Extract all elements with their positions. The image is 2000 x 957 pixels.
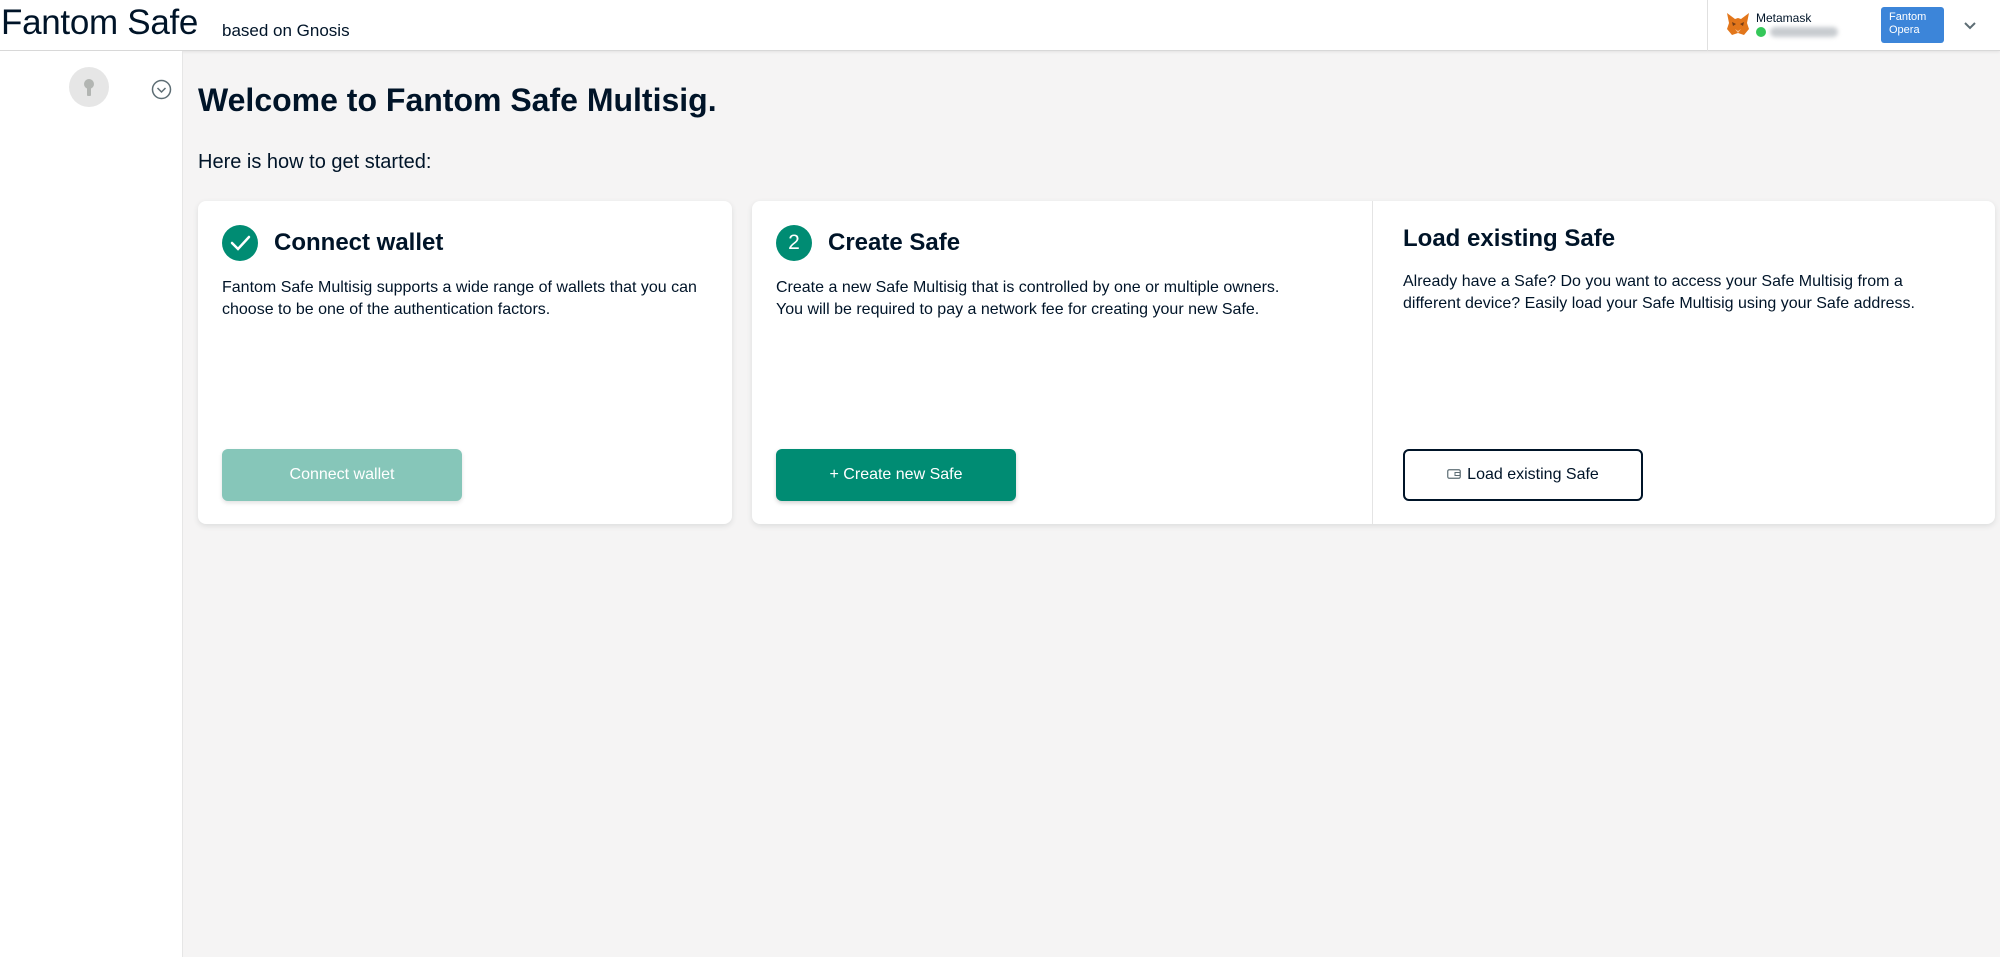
chevron-circle-icon[interactable]	[151, 79, 172, 100]
sidebar	[0, 51, 183, 957]
create-load-card: 2 Create Safe Create a new Safe Multisig…	[752, 201, 1995, 524]
step-complete-badge	[222, 225, 258, 261]
load-safe-description: Already have a Safe? Do you want to acce…	[1403, 271, 1963, 315]
create-safe-title: Create Safe	[828, 229, 961, 256]
safe-avatar	[69, 67, 109, 107]
connect-wallet-button[interactable]: Connect wallet	[222, 449, 462, 501]
create-safe-description-line2: You will be required to pay a network fe…	[776, 301, 1260, 318]
page-title: Welcome to Fantom Safe Multisig.	[198, 82, 717, 118]
wallet-provider-name: Metamask	[1756, 11, 1812, 25]
network-badge[interactable]: Fantom Opera	[1881, 7, 1944, 43]
load-safe-title: Load existing Safe	[1403, 225, 1616, 252]
connect-wallet-card: Connect wallet Fantom Safe Multisig supp…	[198, 201, 732, 524]
create-new-safe-button[interactable]: + Create new Safe	[776, 449, 1016, 501]
wallet-address-blurred	[1770, 27, 1838, 37]
create-safe-description-line1: Create a new Safe Multisig that is contr…	[776, 279, 1280, 296]
check-icon	[230, 235, 251, 251]
step-number-badge: 2	[776, 225, 812, 261]
load-existing-safe-label: Load existing Safe	[1467, 466, 1599, 483]
intro-text: Here is how to get started:	[198, 151, 432, 173]
connect-wallet-description: Fantom Safe Multisig supports a wide ran…	[222, 279, 697, 318]
load-existing-section: Load existing Safe Already have a Safe? …	[1373, 201, 1995, 524]
load-safe-description-line1: Already have a Safe? Do you want to acce…	[1403, 273, 1903, 290]
brand-subtitle: based on Gnosis	[222, 21, 350, 40]
create-safe-description: Create a new Safe Multisig that is contr…	[776, 277, 1336, 321]
brand-title[interactable]: Fantom Safe	[1, 3, 198, 43]
connection-status-dot	[1756, 27, 1766, 37]
load-existing-safe-button[interactable]: Load existing Safe	[1403, 449, 1643, 501]
wallet-status[interactable]: Metamask Fantom Opera	[1707, 0, 2000, 51]
wallet-icon	[1447, 468, 1462, 479]
chevron-down-icon[interactable]	[1960, 15, 1980, 35]
load-safe-description-line2: different device? Easily load your Safe …	[1403, 295, 1915, 312]
metamask-fox-icon	[1727, 13, 1749, 35]
top-header: Fantom Safe based on Gnosis Metamask Fan…	[0, 0, 2000, 51]
keyhole-icon	[84, 79, 94, 96]
connect-wallet-title: Connect wallet	[274, 229, 444, 256]
